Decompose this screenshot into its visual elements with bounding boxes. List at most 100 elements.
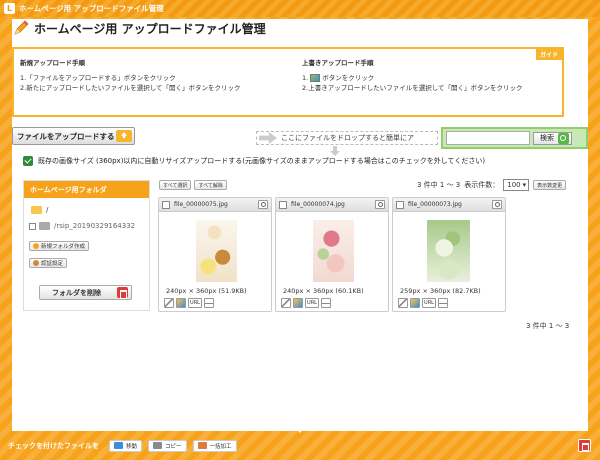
auth-settings-button[interactable]: 認証設定 — [29, 258, 68, 268]
display-settings-button[interactable]: 表示数変更 — [533, 180, 567, 190]
search-button[interactable]: 検索 — [533, 131, 572, 145]
folder-open-icon — [31, 206, 42, 214]
new-upload-step-2: 2.新たにアップロードしたいファイルを選択して「開く」ボタンをクリック — [20, 84, 241, 92]
folder-item-label: / — [46, 206, 49, 214]
resize-checkbox[interactable] — [23, 156, 33, 166]
auth-settings-label: 認証設定 — [41, 261, 64, 267]
plus-icon — [33, 243, 39, 249]
batch-edit-icon — [197, 442, 207, 449]
resize-option[interactable]: 既存の画像サイズ (360px)以内に自動リサイズアップロードする(元画像サイズ… — [23, 156, 485, 166]
search-button-label: 検索 — [540, 134, 554, 142]
page-title-text: ホームページ用 アップロードファイル管理 — [34, 21, 266, 36]
new-upload-step-1: 1.「ファイルをアップロードする」ボタンをクリック — [20, 74, 176, 82]
file-thumbnail[interactable] — [427, 220, 470, 282]
file-actions: URL — [164, 298, 214, 308]
url-button[interactable]: URL — [305, 298, 319, 308]
file-checkbox[interactable] — [279, 200, 287, 209]
window-title: ホームページ用 アップロードファイル管理 — [19, 4, 164, 13]
resize-label: 既存の画像サイズ (360px)以内に自動リサイズアップロードする(元画像サイズ… — [38, 157, 486, 165]
delete-folder-button[interactable]: フォルダを削除 — [39, 285, 132, 300]
file-name: file_00000075.jpg — [174, 201, 228, 208]
folder-panel: ホームページ用フォルダ / /rsip_20190329164332 新規フォル… — [23, 180, 150, 311]
file-card-header: file_00000073.jpg — [393, 198, 505, 212]
zoom-icon[interactable] — [375, 200, 385, 209]
upload-file-button[interactable]: ファイルをアップロードする — [12, 127, 135, 145]
search-input[interactable] — [446, 131, 530, 145]
new-folder-label: 新規フォルダ作成 — [41, 244, 86, 250]
file-actions: URL — [398, 298, 448, 308]
copy-icon — [153, 442, 163, 449]
delete-folder-label: フォルダを削除 — [52, 288, 101, 297]
new-upload-heading: 新規アップロード手順 — [20, 59, 85, 67]
upload-file-button-label: ファイルをアップロードする — [17, 131, 115, 141]
file-size: 240px × 360px (51.9KB) — [166, 287, 247, 295]
folder-item-label: /rsip_20190329164332 — [54, 222, 136, 230]
pager-bottom: 3 件中 1 ～ 3 — [526, 322, 570, 330]
new-folder-button[interactable]: 新規フォルダ作成 — [29, 241, 90, 251]
overwrite-step-1-prefix: 1. — [302, 74, 309, 82]
url-button[interactable]: URL — [188, 298, 202, 308]
file-checkbox[interactable] — [396, 200, 404, 209]
edit-icon[interactable] — [164, 298, 174, 308]
edit-icon[interactable] — [281, 298, 291, 308]
copy-button[interactable]: コピー — [148, 439, 187, 452]
file-card[interactable]: file_00000074.jpg 240px × 360px (60.1KB)… — [275, 197, 389, 312]
url-button[interactable]: URL — [422, 298, 436, 308]
search-box: 検索 — [441, 127, 588, 149]
overwrite-image-icon[interactable] — [410, 298, 420, 308]
edit-icon[interactable] — [398, 298, 408, 308]
file-thumbnail[interactable] — [196, 220, 237, 282]
file-card[interactable]: file_00000073.jpg 259px × 360px (82.7KB)… — [392, 197, 506, 312]
title-bar: L ホームページ用 アップロードファイル管理 — [0, 0, 600, 17]
select-all-button[interactable]: すべて選択 — [159, 180, 192, 190]
move-button[interactable]: 移動 — [109, 439, 143, 452]
file-checkbox[interactable] — [162, 200, 170, 209]
overwrite-step-1-suffix: ボタンをクリック — [322, 74, 375, 82]
display-count-select[interactable]: 100 ▾ — [503, 179, 530, 191]
file-size: 259px × 360px (82.7KB) — [400, 287, 481, 295]
copy-label: コピー — [165, 443, 182, 450]
move-label: 移動 — [126, 443, 138, 450]
overwrite-image-icon[interactable] — [176, 298, 186, 308]
app-logo-icon: L — [4, 3, 15, 14]
overwrite-heading: 上書きアップロード手順 — [302, 59, 374, 67]
folder-item-root[interactable]: / — [31, 206, 48, 214]
search-icon — [558, 132, 569, 144]
drop-zone[interactable]: ここにファイルをドロップすると簡単にア — [256, 131, 438, 145]
overwrite-step-1: 1. ボタンをクリック — [302, 73, 523, 83]
folder-checkbox[interactable] — [29, 222, 36, 230]
upload-icon — [116, 130, 132, 142]
file-card-header: file_00000075.jpg — [159, 198, 271, 212]
key-icon — [33, 260, 39, 266]
deselect-all-button[interactable]: すべて解除 — [194, 180, 227, 190]
download-icon[interactable] — [204, 298, 214, 308]
folder-panel-heading: ホームページ用フォルダ — [24, 181, 149, 198]
result-count: 3 件中 1 ～ 3 — [417, 181, 461, 189]
delete-files-trash-icon[interactable] — [578, 439, 591, 452]
guide-box: ガイド 新規アップロード手順 1.「ファイルをアップロードする」ボタンをクリック… — [12, 47, 564, 117]
batch-edit-label: 一括加工 — [209, 443, 232, 450]
footer-bar: チェックを付けたファイルを 移動 コピー 一括加工 — [0, 431, 600, 460]
file-card[interactable]: file_00000075.jpg 240px × 360px (51.9KB)… — [158, 197, 272, 312]
arrow-right-icon — [259, 132, 277, 144]
file-size: 240px × 360px (60.1KB) — [283, 287, 364, 295]
file-thumbnail[interactable] — [313, 220, 354, 282]
move-icon — [114, 442, 123, 449]
footer-label: チェックを付けたファイルを — [8, 441, 99, 450]
overwrite-step-2: 2.上書きアップロードしたいファイルを選択して「開く」ボタンをクリック — [302, 84, 523, 92]
overwrite-image-icon[interactable] — [293, 298, 303, 308]
download-icon[interactable] — [438, 298, 448, 308]
download-icon[interactable] — [321, 298, 331, 308]
pager-top: 3 件中 1 ～ 3 表示件数： 100 ▾ 表示数変更 — [417, 179, 567, 191]
page-title: ホームページ用 アップロードファイル管理 — [12, 19, 266, 37]
file-actions: URL — [281, 298, 331, 308]
file-card-header: file_00000074.jpg — [276, 198, 388, 212]
batch-edit-button[interactable]: 一括加工 — [192, 439, 237, 452]
zoom-icon[interactable] — [492, 200, 502, 209]
display-count-value: 100 — [507, 181, 521, 189]
trash-icon — [117, 287, 128, 299]
zoom-icon[interactable] — [258, 200, 268, 209]
chevron-down-icon: ▾ — [522, 181, 527, 189]
list-toolbar: すべて選択 すべて解除 — [159, 180, 227, 190]
folder-item-rsip[interactable]: /rsip_20190329164332 — [29, 222, 135, 230]
